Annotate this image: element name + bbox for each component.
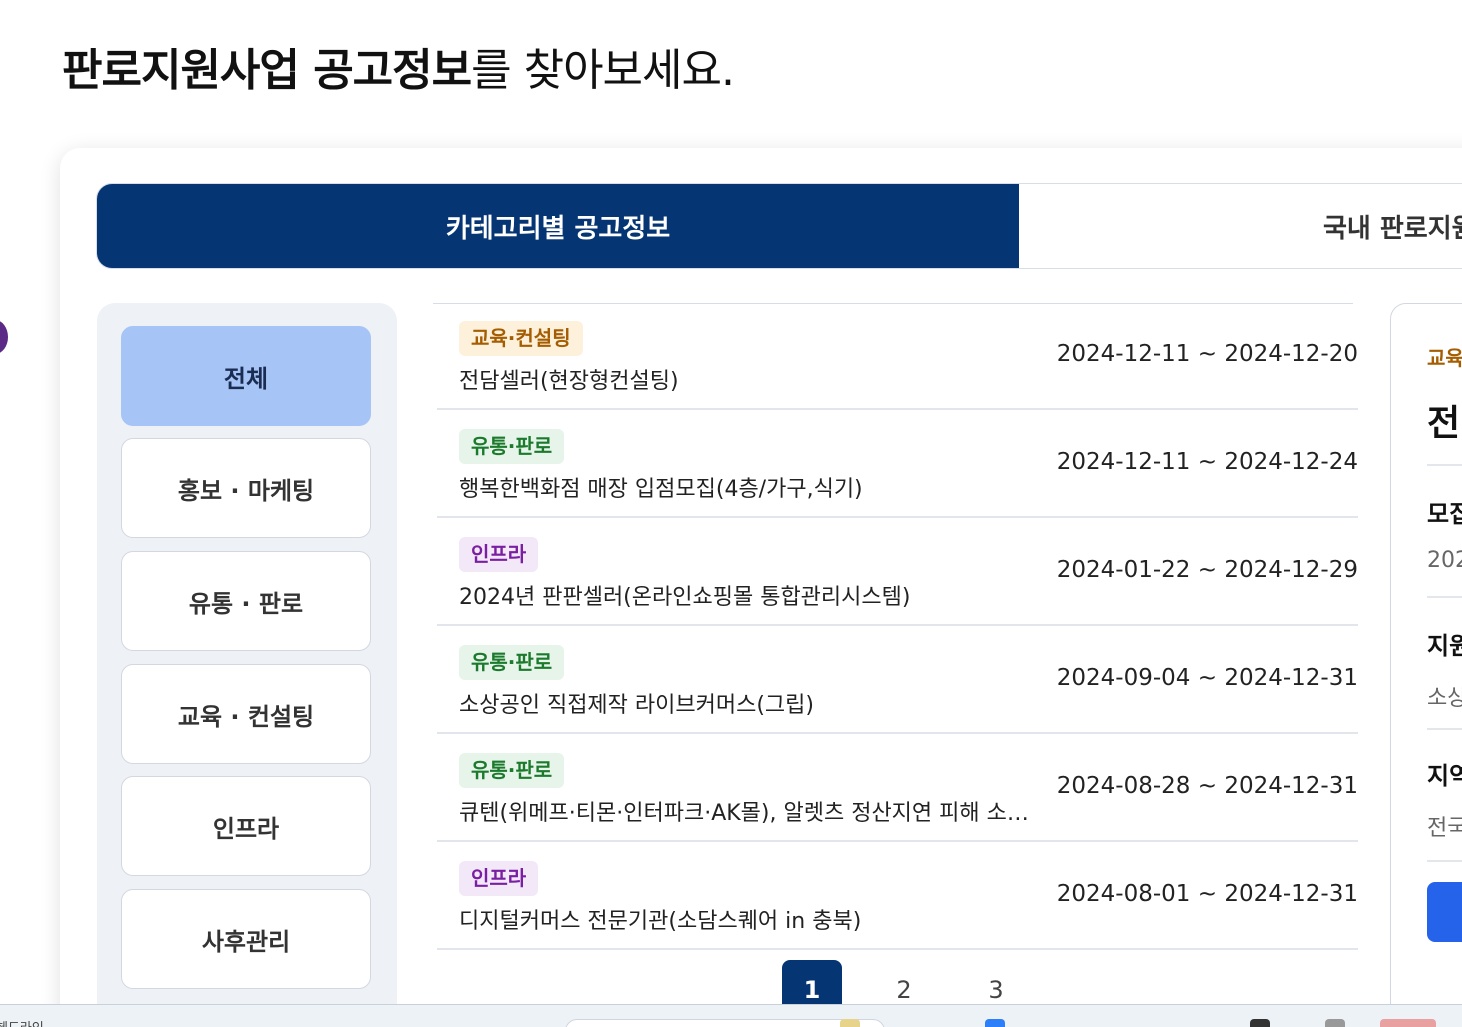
category-all-button[interactable]: 전체 [121, 326, 371, 426]
announcement-title[interactable]: 큐텐(위메프·티몬·인터파크·AK몰), 알렛츠 정산지연 피해 소… [459, 795, 1034, 827]
detail-divider [1427, 860, 1462, 862]
page: 판로지원사업 공고정보를 찾아보세요. 카테고리별 공고정보 국내 판로지원 전… [0, 0, 1462, 1027]
taskbar-app-icon[interactable] [1325, 1019, 1345, 1027]
taskbar-app-icon[interactable] [985, 1019, 1005, 1027]
category-badge: 인프라 [459, 861, 539, 896]
category-infra-button[interactable]: 인프라 [121, 776, 371, 876]
announcement-title[interactable]: 소상공인 직접제작 라이브커머스(그립) [459, 687, 1034, 719]
detail-divider [1427, 464, 1462, 466]
tab-domestic-support[interactable]: 국내 판로지원 [1019, 184, 1462, 268]
detail-field-label: 모집기간 [1427, 500, 1462, 528]
category-marketing-button[interactable]: 홍보 · 마케팅 [121, 438, 371, 538]
announcement-period: 2024-01-22 ~ 2024-12-29 [1056, 557, 1358, 583]
announcement-title[interactable]: 행복한백화점 매장 입점모집(4층/가구,식기) [459, 471, 1034, 503]
detail-divider [1427, 728, 1462, 730]
floating-circle-icon[interactable] [0, 320, 8, 354]
taskbar-label: 헤드라인 [0, 1017, 44, 1027]
detail-field-label: 지역 [1427, 762, 1462, 790]
announcement-title[interactable]: 전담셀러(현장형컨설팅) [459, 363, 1034, 395]
detail-field-label: 지원대상 [1427, 632, 1462, 660]
taskbar-search-box[interactable] [565, 1019, 885, 1027]
detail-divider [1427, 596, 1462, 598]
tab-bar: 카테고리별 공고정보 국내 판로지원 [96, 183, 1462, 269]
taskbar-app-icon[interactable] [1380, 1019, 1436, 1027]
taskbar-app-icon[interactable] [840, 1019, 860, 1027]
detail-field-value: 2024-12-11 ~ 2024-12-20 [1427, 548, 1462, 573]
list-item[interactable]: 유통·판로 행복한백화점 매장 입점모집(4층/가구,식기) 2024-12-1… [437, 411, 1358, 518]
tab-category-announcements[interactable]: 카테고리별 공고정보 [97, 184, 1019, 268]
category-badge: 인프라 [459, 537, 539, 572]
detail-apply-button[interactable] [1427, 882, 1462, 942]
announcement-period: 2024-09-04 ~ 2024-12-31 [1056, 665, 1358, 691]
announcement-title[interactable]: 2024년 판판셀러(온라인쇼핑몰 통합관리시스템) [459, 579, 1034, 611]
headline-light: 를 찾아보세요. [471, 45, 735, 96]
category-badge: 유통·판로 [459, 645, 565, 680]
list-item[interactable]: 유통·판로 큐텐(위메프·티몬·인터파크·AK몰), 알렛츠 정산지연 피해 소… [437, 735, 1358, 842]
headline-strong: 판로지원사업 공고정보 [62, 45, 472, 96]
taskbar: 헤드라인 [0, 1004, 1462, 1027]
category-badge: 유통·판로 [459, 429, 565, 464]
list-item[interactable]: 교육·컨설팅 전담셀러(현장형컨설팅) 2024-12-11 ~ 2024-12… [437, 303, 1358, 410]
announcement-period: 2024-08-28 ~ 2024-12-31 [1056, 773, 1358, 799]
category-badge: 교육·컨설팅 [459, 321, 583, 356]
category-education-button[interactable]: 교육 · 컨설팅 [121, 664, 371, 764]
announcement-period: 2024-12-11 ~ 2024-12-20 [1056, 341, 1358, 367]
announcement-card: 카테고리별 공고정보 국내 판로지원 전체 홍보 · 마케팅 유통 · 판로 교… [60, 148, 1462, 1027]
list-item[interactable]: 인프라 2024년 판판셀러(온라인쇼핑몰 통합관리시스템) 2024-01-2… [437, 519, 1358, 626]
category-sidebar: 전체 홍보 · 마케팅 유통 · 판로 교육 · 컨설팅 인프라 사후관리 [97, 303, 397, 1027]
list-item[interactable]: 인프라 디지털커머스 전문기관(소담스퀘어 in 충북) 2024-08-01 … [437, 843, 1358, 950]
detail-title: 전담셀러(현장형컨설팅) [1427, 403, 1462, 444]
announcement-period: 2024-12-11 ~ 2024-12-24 [1056, 449, 1358, 475]
taskbar-app-icon[interactable] [1250, 1019, 1270, 1027]
category-aftercare-button[interactable]: 사후관리 [121, 889, 371, 989]
category-badge: 유통·판로 [459, 753, 565, 788]
detail-field-value: 전국 [1427, 816, 1462, 841]
category-distribution-button[interactable]: 유통 · 판로 [121, 551, 371, 651]
page-headline: 판로지원사업 공고정보를 찾아보세요. [62, 34, 735, 98]
announcement-detail-panel: 교육·컨설팅 전담셀러(현장형컨설팅) 모집기간 2024-12-11 ~ 20… [1390, 303, 1462, 1027]
announcement-period: 2024-08-01 ~ 2024-12-31 [1056, 881, 1358, 907]
list-item[interactable]: 유통·판로 소상공인 직접제작 라이브커머스(그립) 2024-09-04 ~ … [437, 627, 1358, 734]
announcement-title[interactable]: 디지털커머스 전문기관(소담스퀘어 in 충북) [459, 903, 1034, 935]
detail-category-badge: 교육·컨설팅 [1427, 346, 1462, 370]
detail-field-value: 소상공인 [1427, 686, 1462, 711]
